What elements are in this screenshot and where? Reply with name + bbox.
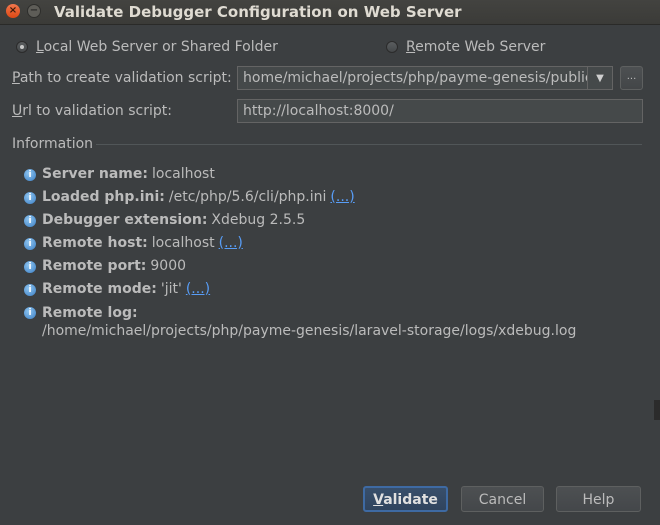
close-icon: × [8,5,18,16]
url-input[interactable] [237,99,643,123]
minimize-window-button[interactable]: − [27,4,41,18]
info-value: localhost [151,166,215,182]
remote-host-details-link[interactable]: (...) [219,235,243,251]
remote-server-radio[interactable] [386,41,398,53]
info-icon: i [24,307,36,319]
local-server-label[interactable]: Local Web Server or Shared Folder [36,39,278,55]
info-value: localhost [151,235,215,251]
info-remote-host: i Remote host: localhost (...) [24,235,243,251]
cancel-button[interactable]: Cancel [461,486,544,512]
info-value: 9000 [150,258,187,274]
info-icon: i [24,215,36,227]
info-key: Loaded php.ini: [42,189,165,205]
path-label: Path to create validation script: [12,70,232,86]
info-remote-mode: i Remote mode: 'jit' (...) [24,281,210,297]
info-icon: i [24,192,36,204]
title-bar: × − Validate Debugger Configuration on W… [0,0,660,25]
info-key: Remote log: [42,305,138,321]
close-window-button[interactable]: × [6,4,20,18]
php-ini-details-link[interactable]: (...) [330,189,354,205]
info-debugger-extension: i Debugger extension: Xdebug 2.5.5 [24,212,305,228]
information-separator [96,144,642,145]
info-value: /home/michael/projects/php/payme-genesis… [42,323,577,339]
remote-server-label[interactable]: Remote Web Server [406,39,545,55]
information-title: Information [12,136,94,152]
remote-server-radio-option[interactable]: Remote Web Server [386,38,545,56]
local-server-radio[interactable] [16,41,28,53]
info-loaded-php-ini: i Loaded php.ini: /etc/php/5.6/cli/php.i… [24,189,355,205]
validate-button[interactable]: Validate [363,486,448,512]
info-value: 'jit' [160,281,182,297]
info-key: Remote host: [42,235,148,251]
info-icon: i [24,169,36,181]
info-icon: i [24,284,36,296]
info-key: Server name: [42,166,148,182]
minimize-icon: − [29,5,39,16]
background-edge [654,400,660,420]
help-button[interactable]: Help [556,486,641,512]
info-remote-port: i Remote port: 9000 [24,258,186,274]
window-title: Validate Debugger Configuration on Web S… [54,3,462,21]
info-remote-log: i Remote log: /home/michael/projects/php… [24,304,576,340]
ellipsis-icon: ... [626,71,637,82]
info-key: Debugger extension: [42,212,208,228]
url-label: Url to validation script: [12,103,172,119]
local-server-radio-option[interactable]: Local Web Server or Shared Folder [16,38,278,56]
path-value[interactable]: home/michael/projects/php/payme-genesis/… [238,70,587,86]
chevron-down-icon[interactable]: ▼ [587,67,612,89]
info-icon: i [24,261,36,273]
browse-path-button[interactable]: ... [620,66,643,90]
info-icon: i [24,238,36,250]
info-server-name: i Server name: localhost [24,166,215,182]
info-value: /etc/php/5.6/cli/php.ini [168,189,327,205]
info-value: Xdebug 2.5.5 [211,212,306,228]
remote-mode-details-link[interactable]: (...) [186,281,210,297]
path-combobox[interactable]: home/michael/projects/php/payme-genesis/… [237,66,613,90]
info-key: Remote mode: [42,281,157,297]
info-key: Remote port: [42,258,147,274]
